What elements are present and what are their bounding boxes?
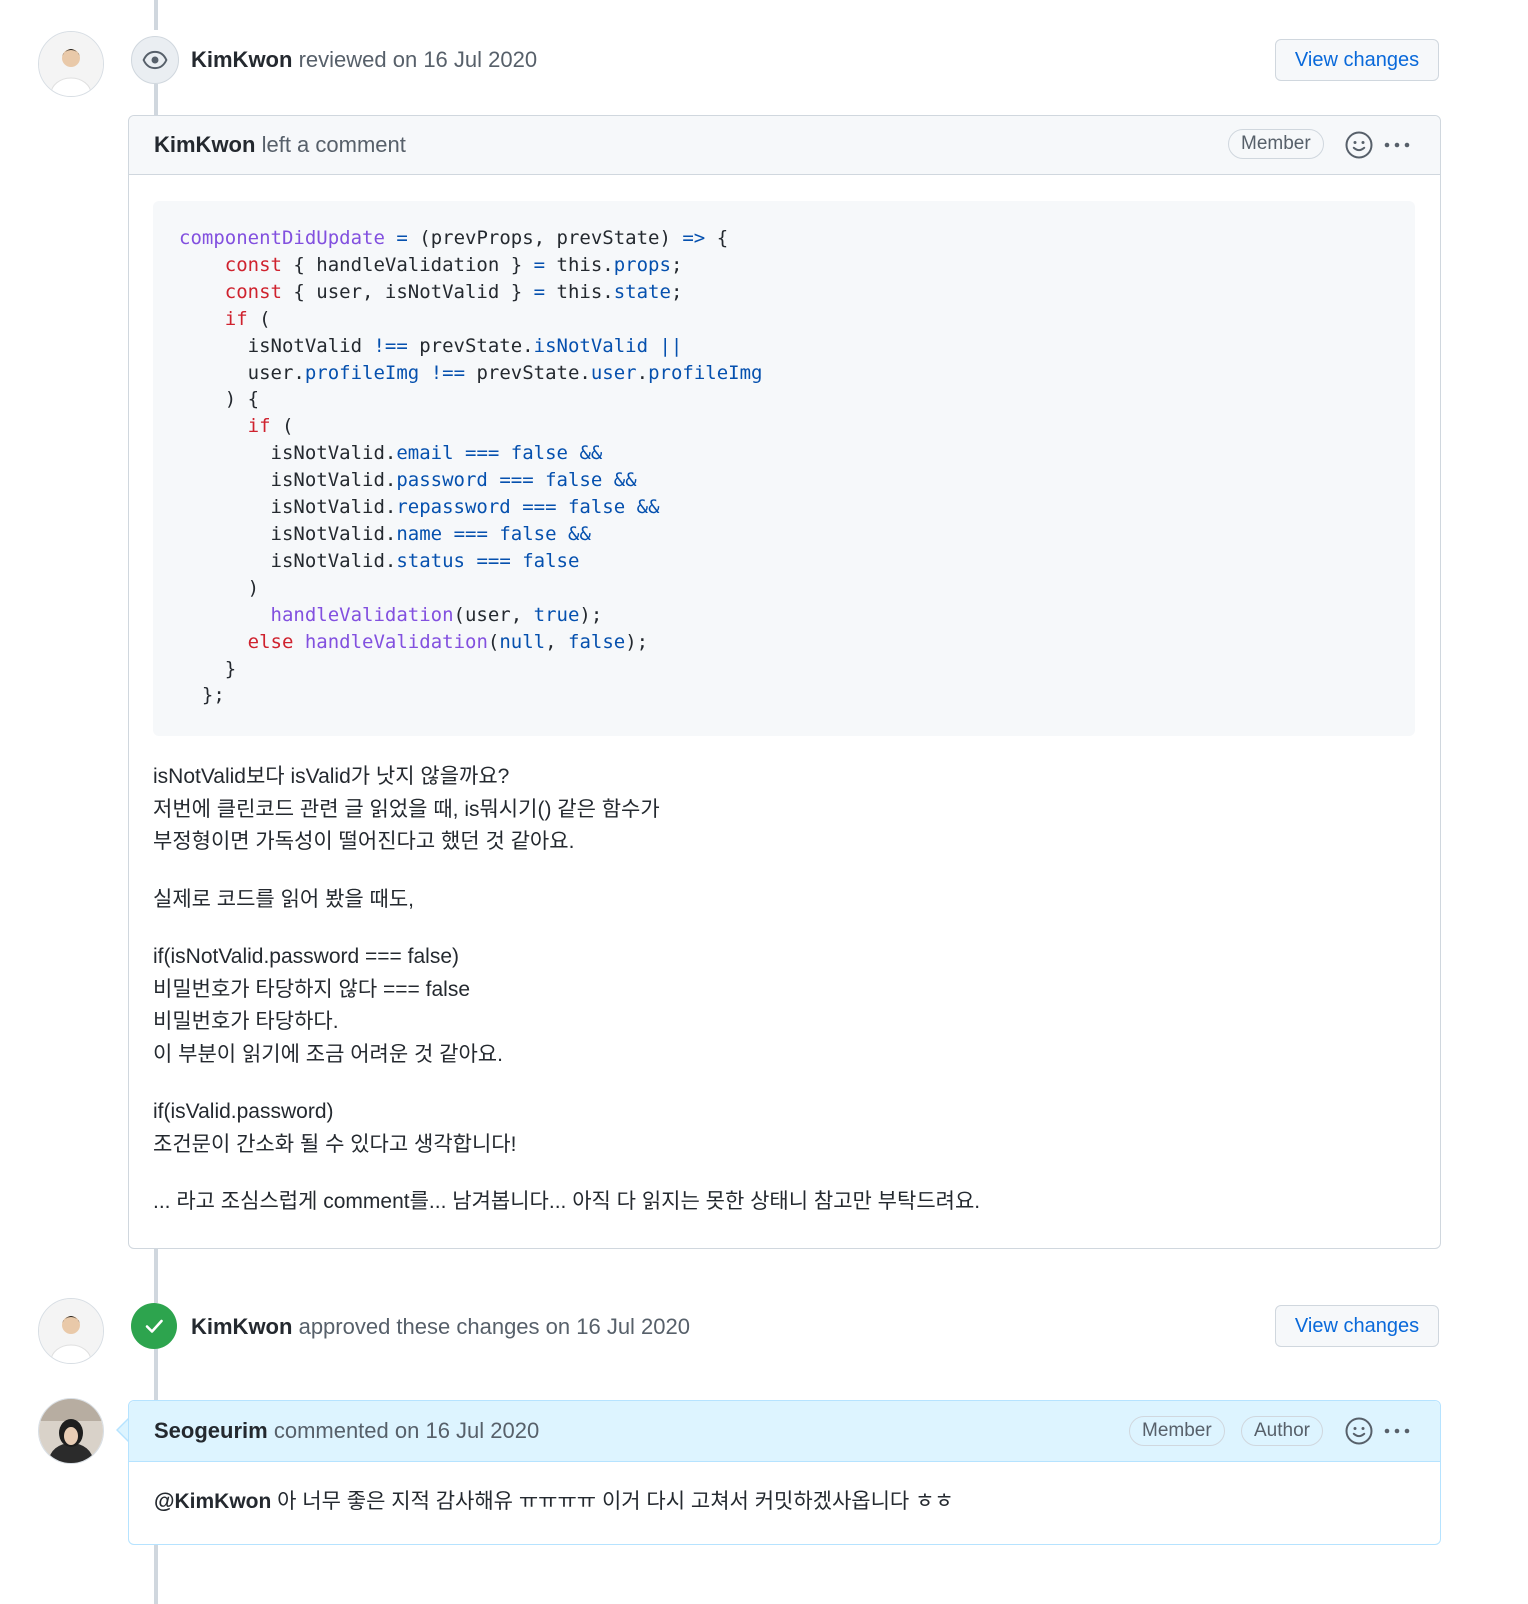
comment-action: commented on 16 Jul 2020 bbox=[273, 1418, 540, 1443]
person-avatar-icon bbox=[39, 1299, 103, 1363]
comment-header-text: Seogeurim commented on 16 Jul 2020 bbox=[154, 1418, 539, 1444]
check-icon bbox=[145, 1319, 163, 1333]
comment-author[interactable]: Seogeurim bbox=[154, 1418, 268, 1443]
comment-header: Seogeurim commented on 16 Jul 2020 Membe… bbox=[129, 1401, 1440, 1462]
reply-comment: Seogeurim commented on 16 Jul 2020 Membe… bbox=[128, 1400, 1441, 1545]
reply-body: @KimKwon 아 너무 좋은 지적 감사해유 ㅠㅠㅠㅠ 이거 다시 고쳐서 … bbox=[154, 1486, 954, 1519]
author-label: Author bbox=[1241, 1416, 1323, 1446]
view-changes-button[interactable]: View changes bbox=[1275, 1305, 1439, 1347]
eye-icon bbox=[142, 50, 168, 70]
timeline-line bbox=[154, 0, 158, 30]
avatar-kimkwon[interactable] bbox=[38, 1298, 104, 1364]
view-changes-button[interactable]: View changes bbox=[1275, 39, 1439, 81]
review-badge bbox=[131, 36, 179, 84]
approve-badge bbox=[131, 1303, 177, 1349]
smiley-icon[interactable] bbox=[1344, 130, 1374, 160]
comment-header-text: KimKwon left a comment bbox=[154, 132, 406, 158]
smiley-icon[interactable] bbox=[1344, 1416, 1374, 1446]
review-event-text: KimKwon reviewed on 16 Jul 2020 bbox=[191, 47, 537, 73]
comment-paragraph: if(isNotValid.password === false) 비밀번호가 … bbox=[153, 945, 503, 1066]
kebab-horizontal-icon[interactable] bbox=[1382, 130, 1412, 160]
timeline-line bbox=[154, 1348, 158, 1400]
member-label: Member bbox=[1129, 1416, 1225, 1446]
code-content: componentDidUpdate = (prevProps, prevSta… bbox=[179, 227, 763, 707]
comment-header: KimKwon left a comment Member bbox=[129, 116, 1440, 175]
code-block: componentDidUpdate = (prevProps, prevSta… bbox=[153, 201, 1415, 736]
comment-paragraph: isNotValid보다 isValid가 낫지 않을까요? 저번에 클린코드 … bbox=[153, 765, 660, 853]
person-avatar-icon bbox=[39, 1399, 103, 1463]
timeline-line bbox=[154, 1544, 158, 1604]
avatar-kimkwon[interactable] bbox=[38, 31, 104, 97]
review-event-action: reviewed on 16 Jul 2020 bbox=[298, 47, 538, 72]
comment-action: left a comment bbox=[261, 132, 406, 157]
approve-event-action: approved these changes on 16 Jul 2020 bbox=[298, 1314, 690, 1339]
comment-body: isNotValid보다 isValid가 낫지 않을까요? 저번에 클린코드 … bbox=[153, 761, 1415, 1244]
comment-paragraph: ... 라고 조심스럽게 comment를... 남겨봅니다... 아직 다 읽… bbox=[153, 1190, 981, 1213]
timeline-line bbox=[154, 84, 158, 116]
person-avatar-icon bbox=[39, 32, 103, 96]
comment-paragraph: 실제로 코드를 읽어 봤을 때도, bbox=[153, 887, 415, 911]
comment-paragraph: if(isValid.password) 조건문이 간소화 될 수 있다고 생각… bbox=[153, 1100, 517, 1156]
approve-event-user[interactable]: KimKwon bbox=[191, 1314, 292, 1339]
user-mention[interactable]: @KimKwon bbox=[154, 1490, 271, 1513]
comment-author[interactable]: KimKwon bbox=[154, 132, 255, 157]
member-label: Member bbox=[1228, 129, 1324, 159]
review-event-user[interactable]: KimKwon bbox=[191, 47, 292, 72]
timeline-line bbox=[154, 1248, 158, 1303]
reply-text: 아 너무 좋은 지적 감사해유 ㅠㅠㅠㅠ 이거 다시 고쳐서 커밋하겠사옵니다 … bbox=[271, 1490, 954, 1513]
avatar-seogeurim[interactable] bbox=[38, 1398, 104, 1464]
approve-event-text: KimKwon approved these changes on 16 Jul… bbox=[191, 1314, 690, 1340]
kebab-horizontal-icon[interactable] bbox=[1382, 1416, 1412, 1446]
